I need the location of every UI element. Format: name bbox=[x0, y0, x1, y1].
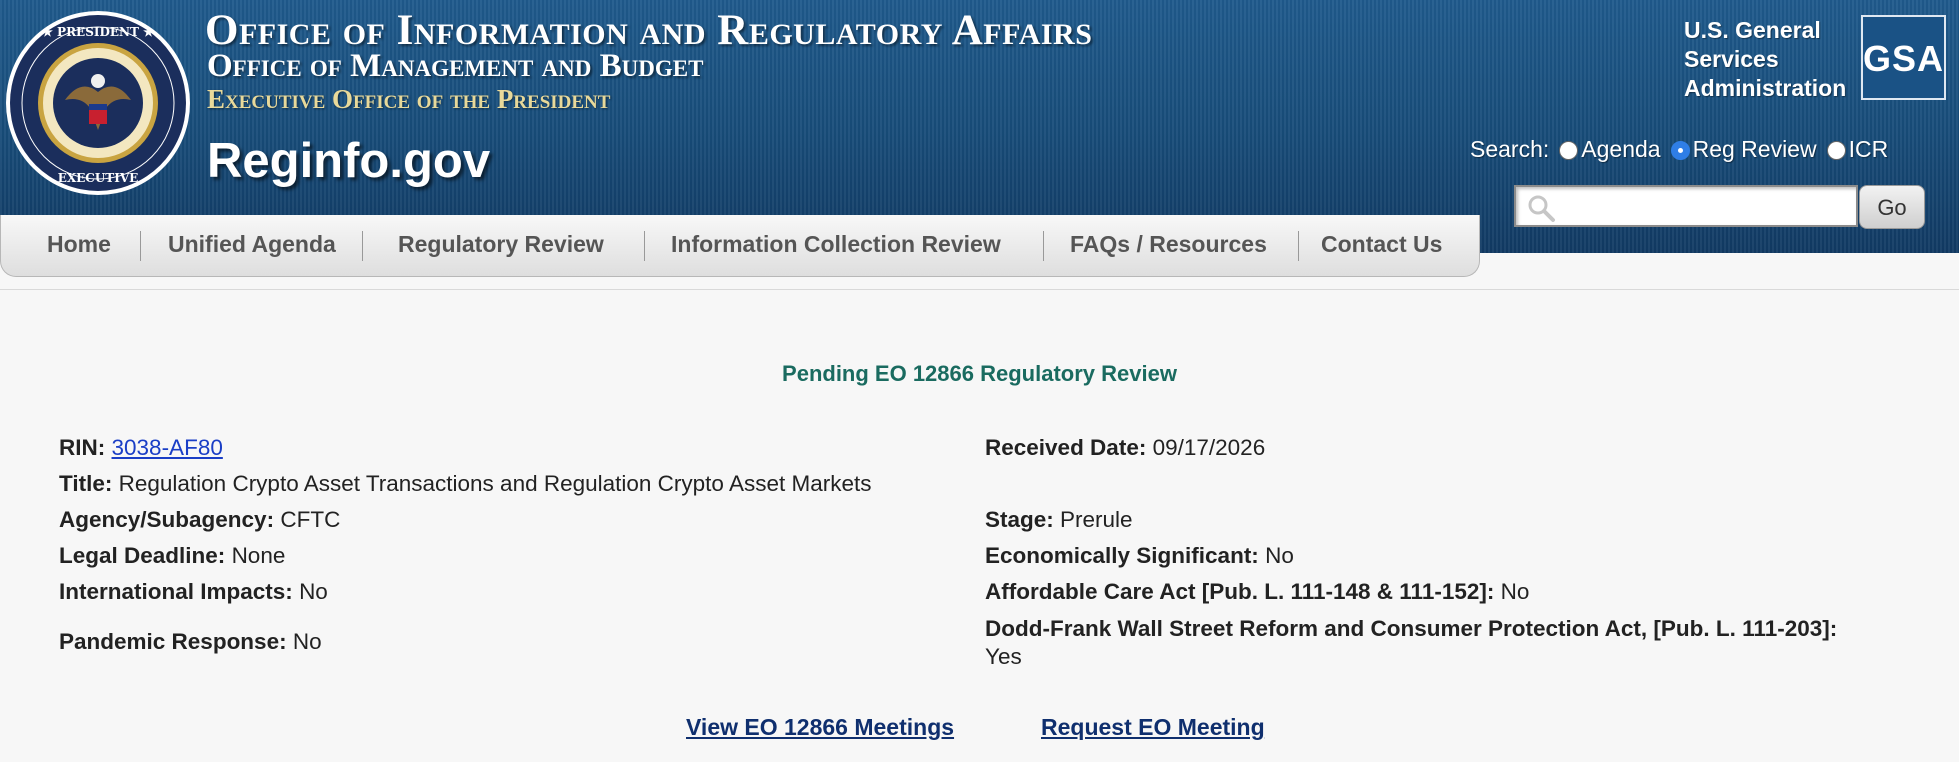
nav-faqs-resources[interactable]: FAQs / Resources bbox=[1070, 231, 1267, 258]
nav-regulatory-review[interactable]: Regulatory Review bbox=[398, 231, 604, 258]
nav-divider bbox=[362, 231, 363, 261]
gsa-logo[interactable]: GSA bbox=[1861, 15, 1946, 100]
radio-icr[interactable] bbox=[1826, 141, 1846, 160]
gsa-name-line: U.S. General bbox=[1684, 17, 1821, 43]
search-type-selector: Search: Agenda Reg Review ICR bbox=[1470, 136, 1888, 163]
search-label: Search: bbox=[1470, 136, 1550, 162]
legal-deadline-field: Legal Deadline: None bbox=[59, 543, 285, 569]
nav-divider bbox=[644, 231, 645, 261]
nav-divider bbox=[1043, 231, 1044, 261]
site-name[interactable]: Reginfo.gov bbox=[207, 133, 490, 189]
eop-title: Executive Office of the President bbox=[207, 84, 611, 114]
affordable-care-act-value: No bbox=[1500, 579, 1530, 604]
search-input[interactable] bbox=[1514, 185, 1858, 227]
eop-seal-logo[interactable]: ★ PRESIDENT ★ EXECUTIVE bbox=[3, 8, 193, 198]
stage-field: Stage: Prerule bbox=[985, 507, 1133, 533]
radio-icr-label[interactable]: ICR bbox=[1849, 136, 1889, 163]
radio-reg-review-label[interactable]: Reg Review bbox=[1693, 136, 1817, 163]
page-title: Pending EO 12866 Regulatory Review bbox=[782, 361, 1177, 386]
received-date-value: 09/17/2026 bbox=[1152, 435, 1266, 460]
dodd-frank-field: Dodd-Frank Wall Street Reform and Consum… bbox=[985, 615, 1959, 671]
international-impacts-value: No bbox=[299, 579, 328, 604]
title-value: Regulation Crypto Asset Transactions and… bbox=[118, 471, 872, 496]
nav-home[interactable]: Home bbox=[47, 231, 111, 258]
nav-unified-agenda[interactable]: Unified Agenda bbox=[168, 231, 336, 258]
title-field: Title: Regulation Crypto Asset Transacti… bbox=[59, 471, 872, 497]
radio-agenda[interactable] bbox=[1559, 141, 1579, 160]
radio-agenda-label[interactable]: Agenda bbox=[1581, 136, 1660, 163]
nav-divider bbox=[1298, 231, 1299, 261]
rin-field: RIN: 3038-AF80 bbox=[59, 435, 223, 461]
stage-label: Stage: bbox=[985, 507, 1054, 532]
rin-link[interactable]: 3038-AF80 bbox=[112, 435, 223, 460]
radio-reg-review[interactable] bbox=[1670, 141, 1690, 160]
agency-field: Agency/Subagency: CFTC bbox=[59, 507, 340, 533]
go-button[interactable]: Go bbox=[1859, 185, 1925, 229]
pandemic-response-field: Pandemic Response: No bbox=[59, 629, 322, 655]
affordable-care-act-label: Affordable Care Act [Pub. L. 111-148 & 1… bbox=[985, 579, 1495, 604]
nav-divider bbox=[140, 231, 141, 261]
economically-significant-field: Economically Significant: No bbox=[985, 543, 1294, 569]
rin-label: RIN: bbox=[59, 435, 106, 460]
legal-deadline-value: None bbox=[231, 543, 286, 568]
omb-title: Office of Management and Budget bbox=[207, 48, 704, 84]
stage-value: Prerule bbox=[1060, 507, 1133, 532]
affordable-care-act-field: Affordable Care Act [Pub. L. 111-148 & 1… bbox=[985, 579, 1529, 605]
economically-significant-label: Economically Significant: bbox=[985, 543, 1259, 568]
gsa-name-line: Services bbox=[1684, 46, 1779, 72]
international-impacts-field: International Impacts: No bbox=[59, 579, 328, 605]
gsa-name[interactable]: U.S. General Services Administration bbox=[1684, 16, 1846, 103]
svg-text:EXECUTIVE: EXECUTIVE bbox=[58, 171, 139, 185]
nav-contact-us[interactable]: Contact Us bbox=[1321, 231, 1442, 258]
gsa-name-line: Administration bbox=[1684, 75, 1847, 101]
svg-text:★ PRESIDENT ★: ★ PRESIDENT ★ bbox=[42, 25, 154, 39]
dodd-frank-label: Dodd-Frank Wall Street Reform and Consum… bbox=[985, 616, 1838, 641]
pandemic-response-value: No bbox=[292, 629, 322, 654]
search-icon bbox=[1528, 195, 1555, 222]
legal-deadline-label: Legal Deadline: bbox=[59, 543, 226, 568]
agency-label: Agency/Subagency: bbox=[59, 507, 275, 532]
economically-significant-value: No bbox=[1265, 543, 1294, 568]
request-eo-meeting-link[interactable]: Request EO Meeting bbox=[1041, 714, 1265, 741]
pandemic-response-label: Pandemic Response: bbox=[59, 629, 287, 654]
international-impacts-label: International Impacts: bbox=[59, 579, 293, 604]
view-eo-meetings-link[interactable]: View EO 12866 Meetings bbox=[686, 714, 954, 741]
received-date-label: Received Date: bbox=[985, 435, 1147, 460]
received-date-field: Received Date: 09/17/2026 bbox=[985, 435, 1265, 461]
header-divider bbox=[0, 289, 1959, 290]
agency-value: CFTC bbox=[280, 507, 341, 532]
title-label: Title: bbox=[59, 471, 113, 496]
main-nav: Home Unified Agenda Regulatory Review In… bbox=[0, 215, 1480, 277]
dodd-frank-value: Yes bbox=[985, 644, 1022, 669]
nav-information-collection-review[interactable]: Information Collection Review bbox=[671, 231, 1001, 258]
